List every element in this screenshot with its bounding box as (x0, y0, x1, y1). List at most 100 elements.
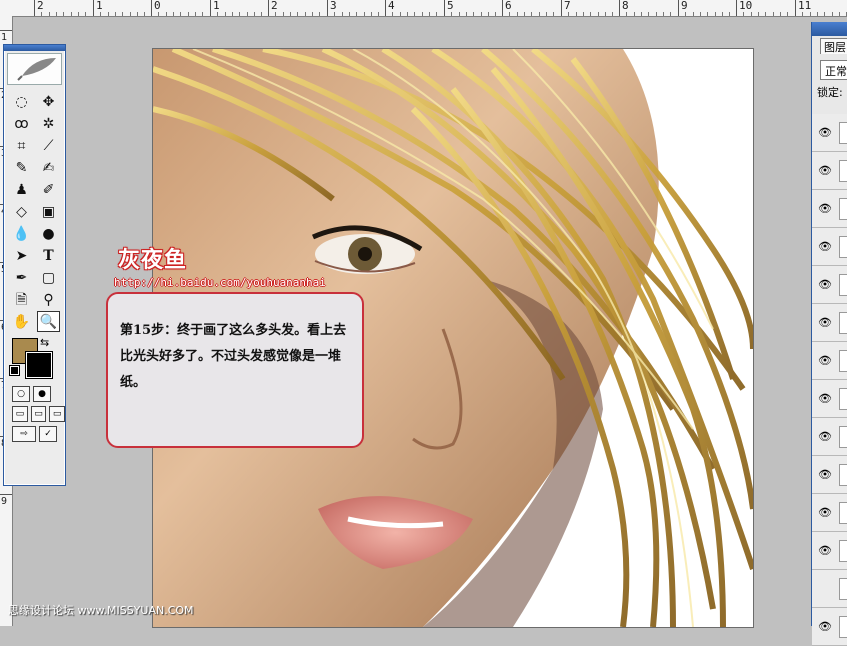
tab-layers[interactable]: 图层 (820, 38, 847, 54)
path-selection-icon[interactable]: ➤ (10, 245, 33, 266)
layer-row[interactable]: 👁 (812, 304, 847, 342)
ruler-minor-tick (583, 12, 584, 16)
visibility-eye-icon[interactable]: 👁 (818, 278, 832, 291)
ruler-major-tick (268, 0, 269, 16)
layer-row[interactable]: 👁 (812, 608, 847, 646)
visibility-eye-icon[interactable]: 👁 (818, 392, 832, 405)
layer-row[interactable]: 👁 (812, 114, 847, 152)
layer-row[interactable]: 👁 (812, 152, 847, 190)
layer-row[interactable]: 👁 (812, 532, 847, 570)
visibility-eye-icon[interactable]: 👁 (818, 202, 832, 215)
ruler-minor-tick (832, 12, 833, 16)
quick-mask-mode-icon[interactable]: ● (33, 386, 51, 402)
layer-row[interactable] (812, 570, 847, 608)
layer-row[interactable]: 👁 (812, 418, 847, 456)
ruler-major-tick (34, 0, 35, 16)
screen-mode-standard-icon[interactable]: ▭ (12, 406, 28, 422)
ruler-minor-tick (334, 12, 335, 16)
ruler-minor-tick (225, 12, 226, 16)
visibility-eye-icon[interactable]: 👁 (818, 316, 832, 329)
background-color-swatch[interactable] (25, 351, 53, 379)
standard-mode-icon[interactable]: ○ (12, 386, 30, 402)
slice-icon[interactable]: ⟋ (37, 135, 60, 156)
ruler-minor-tick (751, 12, 752, 16)
ruler-minor-tick (590, 12, 591, 16)
layers-panel-titlebar[interactable] (812, 22, 847, 36)
visibility-eye-icon[interactable]: 👁 (818, 164, 832, 177)
eraser-icon[interactable]: ◇ (10, 201, 33, 222)
crop-icon[interactable]: ⌗ (10, 135, 33, 156)
shape-icon[interactable]: ▢ (37, 267, 60, 288)
magic-wand-icon[interactable]: ✲ (37, 113, 60, 134)
layer-row[interactable]: 👁 (812, 380, 847, 418)
ruler-minor-tick (400, 12, 401, 16)
ruler-minor-tick (473, 12, 474, 16)
ruler-minor-tick (100, 12, 101, 16)
ruler-minor-tick (247, 12, 248, 16)
visibility-eye-icon[interactable]: 👁 (818, 544, 832, 557)
move-icon[interactable]: ✥ (37, 91, 60, 112)
blend-mode-select[interactable]: 正常 (820, 60, 847, 80)
visibility-eye-icon[interactable]: 👁 (818, 506, 832, 519)
brush-icon[interactable]: ✍ (37, 157, 60, 178)
ruler-major-tick (561, 0, 562, 16)
ruler-label: 5 (447, 0, 454, 12)
ruler-minor-tick (407, 12, 408, 16)
layer-row[interactable]: 👁 (812, 190, 847, 228)
layer-thumbnail (839, 502, 847, 524)
ruler-major-tick (795, 0, 796, 16)
jump-to-imageready-icon[interactable]: ⇨ (12, 426, 36, 442)
healing-brush-icon[interactable]: ✎ (10, 157, 33, 178)
ruler-minor-tick (364, 12, 365, 16)
visibility-eye-icon[interactable]: 👁 (818, 126, 832, 139)
visibility-eye-icon[interactable]: 👁 (818, 354, 832, 367)
default-colors-icon[interactable] (9, 365, 20, 376)
visibility-eye-icon[interactable]: 👁 (818, 240, 832, 253)
layer-row[interactable]: 👁 (812, 342, 847, 380)
layer-row[interactable]: 👁 (812, 456, 847, 494)
ruler-major-tick (502, 0, 503, 16)
history-brush-icon[interactable]: ✐ (37, 179, 60, 200)
layer-row[interactable]: 👁 (812, 494, 847, 532)
horizontal-ruler[interactable]: 2 1 0 1 2 3 4 5 6 7 8 9 10 11 (0, 0, 847, 17)
ruler-minor-tick (312, 12, 313, 16)
eyedropper-icon[interactable]: ⚲ (37, 289, 60, 310)
hand-icon[interactable]: ✋ (10, 311, 33, 332)
visibility-eye-icon[interactable]: 👁 (818, 468, 832, 481)
dodge-icon[interactable]: ● (37, 223, 60, 244)
notes-icon[interactable]: 🗎 (10, 289, 33, 310)
pen-icon[interactable]: ✒ (10, 267, 33, 288)
layer-row[interactable]: 👁 (812, 266, 847, 304)
ruler-minor-tick (824, 12, 825, 16)
visibility-eye-icon[interactable]: 👁 (818, 620, 832, 633)
ruler-minor-tick (56, 12, 57, 16)
swap-colors-icon[interactable]: ⇆ (40, 336, 49, 349)
ruler-minor-tick (495, 12, 496, 16)
ruler-minor-tick (180, 12, 181, 16)
clone-stamp-icon[interactable]: ♟ (10, 179, 33, 200)
footer-credit: 思缘设计论坛 www.MISSYUAN.COM (8, 604, 194, 617)
type-icon[interactable]: T (37, 245, 60, 266)
screen-mode-full-icon[interactable]: ▭ (49, 406, 66, 422)
zoom-icon[interactable]: 🔍 (37, 311, 60, 332)
blur-icon[interactable]: 💧 (10, 223, 33, 244)
ruler-minor-tick (342, 12, 343, 16)
photoshop-feather-logo[interactable] (7, 53, 62, 85)
visibility-eye-icon[interactable]: 👁 (818, 430, 832, 443)
ruler-minor-tick (670, 12, 671, 16)
ruler-minor-tick (239, 12, 240, 16)
layer-thumbnail (839, 198, 847, 220)
ruler-minor-tick (319, 12, 320, 16)
marquee-icon[interactable]: ◌ (10, 91, 33, 112)
ruler-minor-tick (158, 12, 159, 16)
ruler-label: 2 (37, 0, 44, 12)
tools-panel-titlebar[interactable] (4, 45, 65, 51)
tutorial-callout: 第15步：终于画了这么多头发。看上去比光头好多了。不过头发感觉像是一堆纸。 (106, 292, 364, 448)
screen-mode-full-menu-icon[interactable]: ▭ (30, 406, 47, 422)
ruler-label: 4 (388, 0, 395, 12)
layer-row[interactable]: 👁 (812, 228, 847, 266)
gradient-icon[interactable]: ▣ (37, 201, 60, 222)
lasso-icon[interactable]: ꝏ (10, 113, 33, 134)
jump-to-imageready-alt-icon[interactable]: ✓ (39, 426, 57, 442)
ruler-minor-tick (290, 12, 291, 16)
